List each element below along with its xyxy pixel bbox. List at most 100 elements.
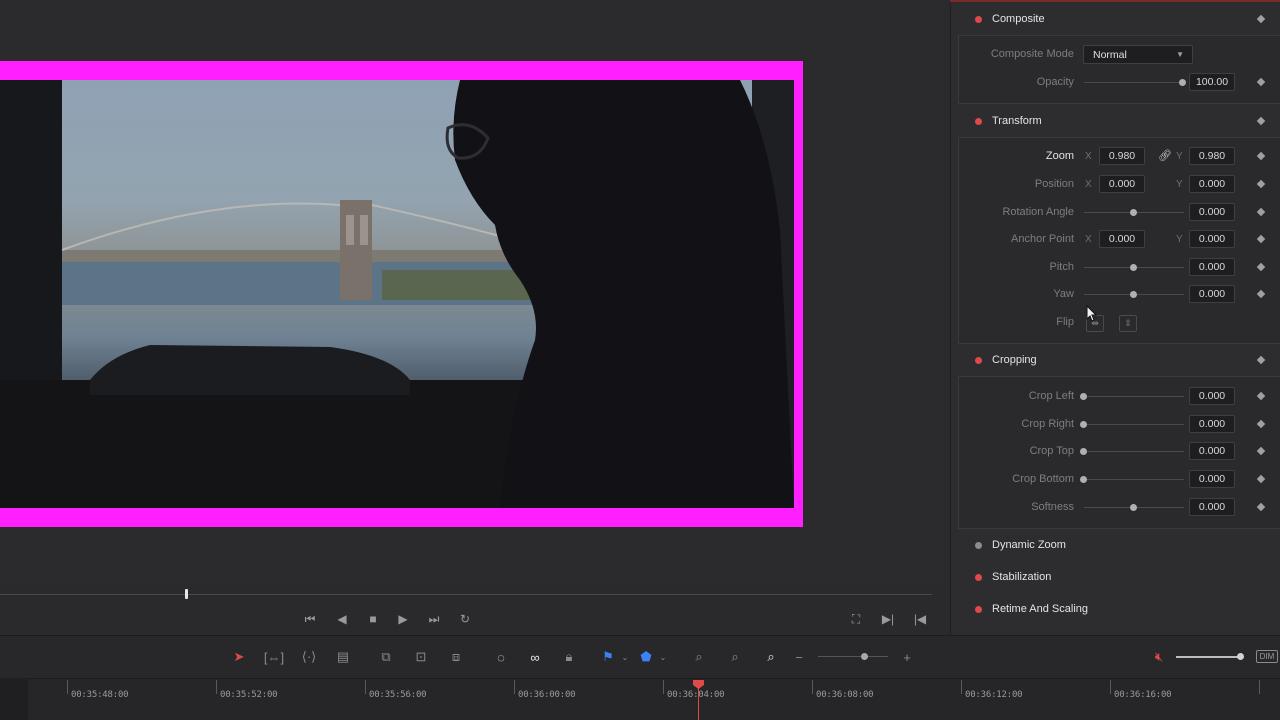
crop-right-slider[interactable]	[1084, 424, 1184, 425]
composite-enable-icon[interactable]	[975, 15, 982, 23]
transform-title: Transform	[992, 115, 1042, 127]
snapping-icon[interactable]: ◌	[488, 646, 514, 668]
pitch-knob[interactable]	[1130, 264, 1137, 271]
anchor-y-field[interactable]: 0.000	[1189, 230, 1235, 248]
play-icon[interactable]: ▶	[390, 604, 416, 634]
zoom-detail-icon[interactable]: ⌕	[722, 646, 748, 668]
zoom-out-icon[interactable]: −	[786, 646, 812, 668]
last-frame-icon[interactable]: ⏭	[421, 604, 447, 634]
crop-bottom-knob[interactable]	[1080, 476, 1087, 483]
crop-right-label: Crop Right	[1021, 418, 1074, 430]
ruler-tick	[514, 680, 515, 694]
softness-knob[interactable]	[1130, 504, 1137, 511]
dynamic-zoom-enable-icon[interactable]	[975, 541, 982, 549]
marker-dropdown-icon[interactable]: ⌄	[650, 646, 676, 668]
prev-edit-icon[interactable]: |◀	[907, 604, 933, 634]
dynamic-zoom-header[interactable]: Dynamic Zoom	[950, 530, 1280, 560]
position-x-field[interactable]: 0.000	[1099, 175, 1145, 193]
composite-header[interactable]: Composite	[950, 4, 1280, 34]
crop-bottom-slider[interactable]	[1084, 479, 1184, 480]
video-frame	[0, 80, 794, 508]
timecode-label: 00:36:08:00	[816, 690, 874, 700]
stop-icon[interactable]: ■	[360, 604, 386, 634]
timeline-zoom-knob[interactable]	[861, 653, 868, 660]
softness-field[interactable]: 0.000	[1189, 498, 1235, 516]
match-frame-icon[interactable]: ⛶	[843, 604, 869, 634]
mute-icon[interactable]: 🔇︎	[1146, 646, 1172, 668]
position-lock-icon[interactable]: 🔒︎	[556, 646, 582, 668]
insert-clip-icon[interactable]: ⧉	[373, 646, 399, 668]
blade-tool-icon[interactable]: ▤	[330, 646, 356, 668]
retime-enable-icon[interactable]	[975, 605, 982, 613]
zoom-full-icon[interactable]: ⌕	[686, 646, 712, 668]
ruler-tick	[663, 680, 664, 694]
transform-enable-icon[interactable]	[975, 117, 982, 125]
cropping-enable-icon[interactable]	[975, 356, 982, 364]
zoom-custom-icon[interactable]: ⌕	[758, 646, 784, 668]
cropping-header[interactable]: Cropping	[950, 345, 1280, 375]
zoom-x-field[interactable]: 0.980	[1099, 147, 1145, 165]
volume-slider[interactable]	[1176, 656, 1240, 658]
axis-x-label: X	[1085, 234, 1092, 245]
timecode-label: 00:36:04:00	[667, 690, 725, 700]
crop-left-field[interactable]: 0.000	[1189, 387, 1235, 405]
crop-top-knob[interactable]	[1080, 448, 1087, 455]
crop-top-slider[interactable]	[1084, 451, 1184, 452]
retime-scaling-header[interactable]: Retime And Scaling	[950, 594, 1280, 624]
video-viewer[interactable]	[0, 0, 948, 583]
timeline-zoom-slider[interactable]	[818, 656, 888, 657]
crop-bottom-field[interactable]: 0.000	[1189, 470, 1235, 488]
dim-button[interactable]: DIM	[1256, 650, 1278, 663]
crop-left-slider[interactable]	[1084, 396, 1184, 397]
yaw-knob[interactable]	[1130, 291, 1137, 298]
yaw-label: Yaw	[1053, 288, 1074, 300]
opacity-field[interactable]: 100.00	[1189, 73, 1235, 91]
anchor-point-label: Anchor Point	[1011, 233, 1074, 245]
composite-mode-label: Composite Mode	[990, 48, 1074, 60]
keyframe-icon[interactable]	[1256, 355, 1266, 365]
timecode-label: 00:36:12:00	[965, 690, 1023, 700]
opacity-slider[interactable]	[1084, 82, 1184, 83]
overwrite-clip-icon[interactable]: ⊡	[408, 646, 434, 668]
flip-vertical-icon[interactable]: ⇳	[1119, 315, 1137, 332]
crop-right-knob[interactable]	[1080, 421, 1087, 428]
zoom-in-icon[interactable]: +	[894, 646, 920, 668]
transform-header[interactable]: Transform	[950, 106, 1280, 136]
linked-selection-icon[interactable]: ∞	[522, 646, 548, 668]
dynamic-zoom-title: Dynamic Zoom	[992, 539, 1066, 551]
play-reverse-icon[interactable]: ◀	[329, 604, 355, 634]
position-y-field[interactable]: 0.000	[1189, 175, 1235, 193]
rotation-knob[interactable]	[1130, 209, 1137, 216]
ruler-tick	[1259, 680, 1260, 694]
stabilization-enable-icon[interactable]	[975, 573, 982, 581]
volume-knob[interactable]	[1237, 653, 1244, 660]
composite-mode-dropdown[interactable]: Normal ▼	[1083, 45, 1193, 64]
zoom-y-field[interactable]: 0.980	[1189, 147, 1235, 165]
keyframe-icon[interactable]	[1256, 14, 1266, 24]
dynamic-trim-icon[interactable]: ⟨·⟩	[296, 646, 322, 668]
yaw-field[interactable]: 0.000	[1189, 285, 1235, 303]
crop-left-label: Crop Left	[1028, 390, 1074, 402]
pitch-field[interactable]: 0.000	[1189, 258, 1235, 276]
timeline-ruler[interactable]	[0, 678, 1280, 720]
next-edit-icon[interactable]: ▶|	[875, 604, 901, 634]
opacity-knob[interactable]	[1179, 79, 1186, 86]
axis-y-label: Y	[1176, 234, 1183, 245]
viewer-playhead[interactable]	[185, 589, 188, 599]
crop-top-field[interactable]: 0.000	[1189, 442, 1235, 460]
first-frame-icon[interactable]: ⏮	[297, 604, 323, 634]
crop-left-knob[interactable]	[1080, 393, 1087, 400]
loop-icon[interactable]: ↻	[452, 604, 478, 634]
selection-tool-icon[interactable]: ➤	[226, 646, 252, 668]
trim-tool-icon[interactable]: [⇔]	[261, 646, 287, 668]
keyframe-icon[interactable]	[1256, 116, 1266, 126]
anchor-x-field[interactable]: 0.000	[1099, 230, 1145, 248]
crop-right-field[interactable]: 0.000	[1189, 415, 1235, 433]
viewer-scrub-bar[interactable]	[0, 594, 932, 595]
mouse-cursor-icon	[1086, 305, 1098, 322]
link-icon[interactable]: 🔗︎	[1158, 149, 1172, 162]
timeline-playhead-line[interactable]	[698, 686, 699, 720]
rotation-field[interactable]: 0.000	[1189, 203, 1235, 221]
replace-clip-icon[interactable]: ⧈	[443, 646, 469, 668]
stabilization-header[interactable]: Stabilization	[950, 562, 1280, 592]
